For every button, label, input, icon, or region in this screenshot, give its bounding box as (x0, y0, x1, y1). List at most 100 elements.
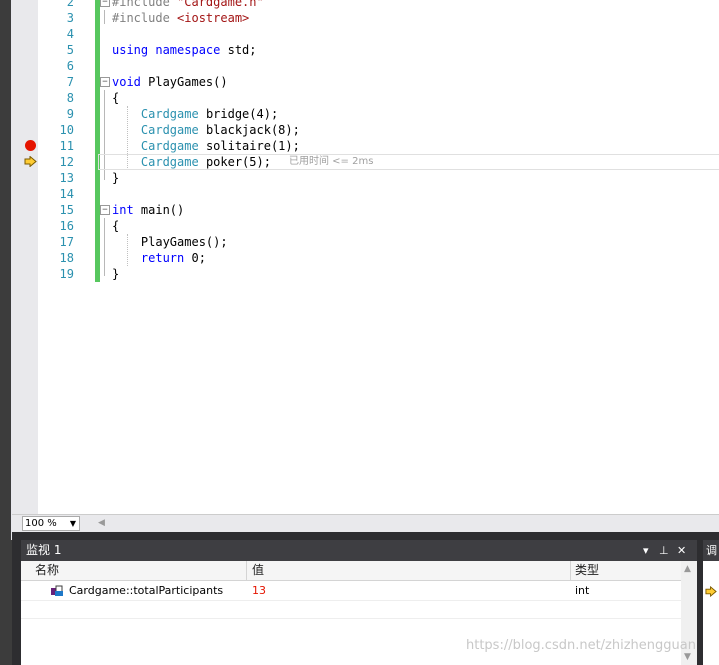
line-number: 15 (59, 203, 74, 217)
code-token: 0; (191, 251, 206, 265)
line-number: 14 (59, 187, 74, 201)
column-header-value[interactable]: 值 (247, 561, 571, 580)
scroll-up-icon[interactable]: ▲ (684, 564, 691, 574)
perf-tip[interactable]: 已用时间 <= 2ms (289, 154, 373, 170)
code-line[interactable]: 2 − #include "Cardgame.h" (12, 0, 719, 10)
watch-value-cell[interactable]: 13 (252, 581, 266, 600)
code-token: { (112, 219, 120, 233)
breakpoint-icon[interactable] (25, 140, 36, 151)
line-number: 4 (66, 27, 74, 41)
code-text[interactable]: } (112, 266, 119, 282)
code-token: bridge(4); (205, 107, 279, 121)
line-number: 2 (66, 0, 74, 9)
code-text[interactable]: void PlayGames() (112, 74, 228, 90)
line-number: 9 (66, 107, 74, 121)
watch-column-header: 名称 值 类型 (21, 561, 681, 581)
code-text[interactable]: Cardgame solitaire(1); (112, 138, 300, 154)
code-text[interactable]: { (112, 90, 119, 106)
code-token: solitaire(1); (205, 139, 300, 153)
code-text[interactable]: { (112, 218, 119, 234)
code-token: #include (112, 0, 178, 9)
code-token: PlayGames() (148, 75, 228, 89)
line-number: 18 (59, 251, 74, 265)
call-stack-panel: 调 (703, 540, 719, 665)
watch-title-bar: 监视 1 ▾ ⊥ ✕ (21, 540, 697, 561)
code-token: } (112, 171, 120, 185)
code-line[interactable]: 6 (12, 58, 719, 74)
code-text[interactable]: Cardgame blackjack(8); (112, 122, 300, 138)
code-line[interactable]: 5 using namespace std; (12, 42, 719, 58)
code-line[interactable]: 8{ (12, 90, 719, 106)
column-header-name[interactable]: 名称 (21, 561, 247, 580)
code-text[interactable]: Cardgame poker(5); (112, 154, 271, 170)
dropdown-icon[interactable]: ▾ (643, 540, 649, 561)
scroll-down-icon[interactable]: ▼ (684, 652, 691, 662)
code-token: Cardgame (140, 155, 206, 169)
scroll-left-icon[interactable]: ◀ (98, 518, 105, 528)
code-token: { (112, 91, 120, 105)
static-member-icon (51, 585, 63, 596)
code-text[interactable]: return 0; (112, 250, 206, 266)
code-line[interactable]: 3 #include <iostream> (12, 10, 719, 26)
watch-type-cell: int (575, 584, 590, 597)
code-token: Cardgame (140, 107, 206, 121)
code-line[interactable]: 17 PlayGames(); (12, 234, 719, 250)
code-line[interactable]: 13} (12, 170, 719, 186)
instruction-pointer-icon[interactable] (24, 156, 37, 167)
collapse-toggle-icon[interactable]: − (100, 0, 110, 7)
code-line[interactable]: 16 { (12, 218, 719, 234)
code-token: #include (112, 11, 178, 25)
code-token: "Cardgame.h" (177, 0, 264, 9)
code-token: poker(5); (205, 155, 271, 169)
code-line[interactable]: 18 return 0; (12, 250, 719, 266)
code-token: std; (227, 43, 257, 57)
watch-empty-row[interactable] (21, 601, 681, 619)
editor-zoom-bar: 100 % ▼ ◀ (12, 514, 719, 532)
code-text[interactable]: #include <iostream> (112, 10, 249, 26)
code-token: blackjack(8); (205, 123, 300, 137)
close-icon[interactable]: ✕ (677, 540, 686, 561)
code-line[interactable]: 15 − int main() (12, 202, 719, 218)
code-line[interactable]: 19} (12, 266, 719, 282)
code-text[interactable]: using namespace std; (112, 42, 257, 58)
line-number: 17 (59, 235, 74, 249)
code-line[interactable]: 10 Cardgame blackjack(8); (12, 122, 719, 138)
code-line[interactable]: 11 Cardgame solitaire(1); (12, 138, 719, 154)
code-line[interactable]: 14 (12, 186, 719, 202)
code-editor[interactable]: 2− #include "Cardgame.h" 3 #include <iostre… (12, 0, 719, 514)
line-number: 8 (66, 91, 74, 105)
code-token: namespace (155, 43, 228, 57)
code-text[interactable]: PlayGames(); (112, 234, 228, 250)
code-token: main() (140, 203, 185, 217)
code-line[interactable]: 9 Cardgame bridge(4); (12, 106, 719, 122)
line-number: 3 (66, 11, 74, 25)
code-text[interactable]: Cardgame bridge(4); (112, 106, 278, 122)
chevron-down-icon: ▼ (69, 519, 76, 528)
column-header-type[interactable]: 类型 (571, 561, 681, 580)
code-line[interactable]: 12 Cardgame poker(5); 已用时间 <= 2ms (12, 154, 719, 170)
line-number: 7 (66, 75, 74, 89)
code-text[interactable]: int main() (112, 202, 184, 218)
current-frame-arrow-icon (705, 586, 717, 597)
code-line[interactable]: 4 (12, 26, 719, 42)
watermark: https://blog.csdn.net/zhizhengguan (466, 638, 696, 653)
code-text[interactable]: #include "Cardgame.h" (112, 0, 264, 10)
zoom-dropdown[interactable]: 100 % ▼ (22, 516, 80, 531)
code-token: return (140, 251, 192, 265)
collapse-toggle-icon[interactable]: − (100, 205, 110, 215)
code-token: Cardgame (140, 123, 206, 137)
code-text[interactable]: } (112, 170, 119, 186)
pin-icon[interactable]: ⊥ (659, 540, 669, 561)
line-number: 13 (59, 171, 74, 185)
code-token: } (112, 267, 120, 281)
watch-title: 监视 1 (26, 543, 62, 557)
line-number: 12 (59, 155, 74, 169)
watch-row[interactable]: Cardgame::totalParticipants 13 int (21, 581, 681, 601)
line-number: 5 (66, 43, 74, 57)
code-line[interactable]: 7 − void PlayGames() (12, 74, 719, 90)
collapse-toggle-icon[interactable]: − (100, 77, 110, 87)
